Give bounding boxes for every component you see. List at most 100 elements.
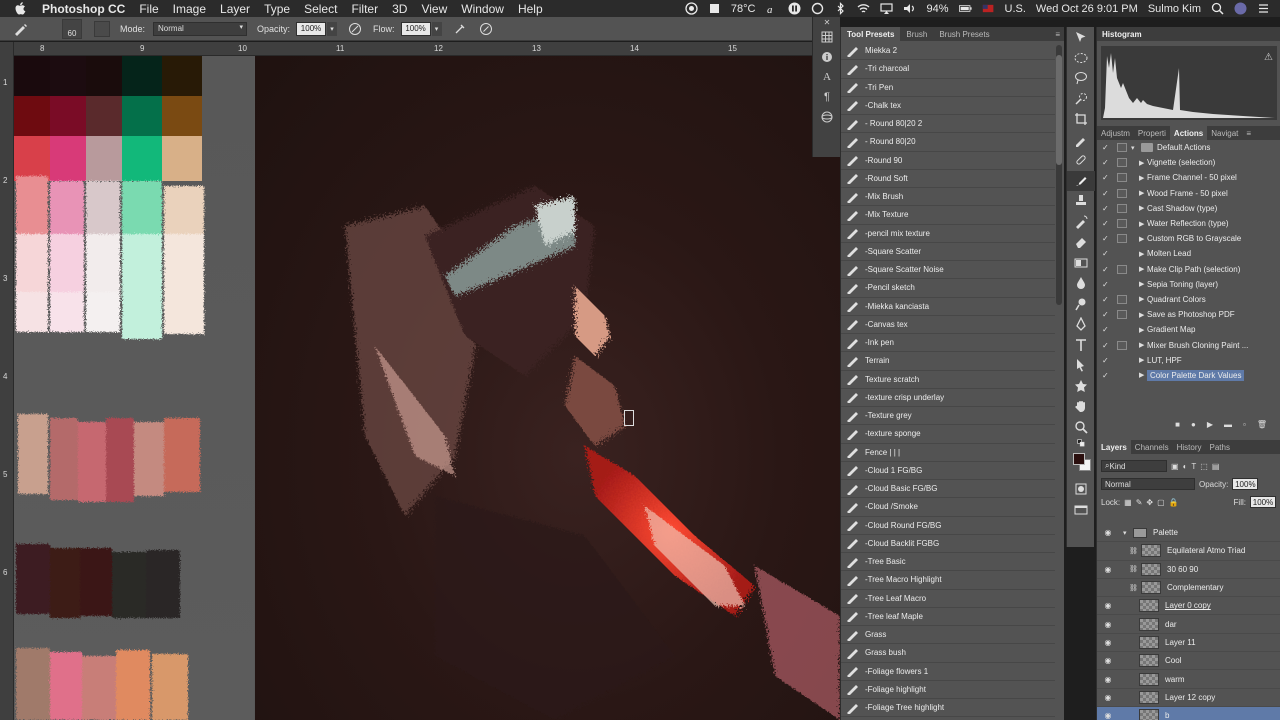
expand-triangle-icon[interactable]: ▶ xyxy=(1139,371,1147,379)
lock-position-icon[interactable]: ✥ xyxy=(1146,498,1153,507)
action-set-row[interactable]: ✓ ▾ Default Actions xyxy=(1097,140,1280,155)
layer-row[interactable]: ◉ Cool xyxy=(1097,652,1280,671)
toggle-item-icon[interactable]: ✓ xyxy=(1102,249,1114,258)
horizontal-ruler[interactable]: 8 9 10 11 12 13 14 15 xyxy=(14,42,840,56)
zoom-icon[interactable] xyxy=(1067,417,1095,438)
dialog-toggle-icon[interactable] xyxy=(1117,234,1127,244)
preset-item[interactable]: -Mix Brush xyxy=(841,188,1055,207)
toggle-item-icon[interactable]: ✓ xyxy=(1102,356,1114,365)
airplay-icon[interactable] xyxy=(880,2,894,15)
expand-triangle-icon[interactable]: ▶ xyxy=(1139,204,1147,212)
menu-help[interactable]: Help xyxy=(518,2,543,16)
histogram-header[interactable]: Histogram xyxy=(1097,27,1280,41)
menu-3d[interactable]: 3D xyxy=(392,2,407,16)
layer-row[interactable]: ◉ dar xyxy=(1097,615,1280,634)
brush-tool-icon[interactable] xyxy=(1067,170,1095,191)
flag-icon[interactable] xyxy=(982,2,995,15)
action-item[interactable]: ✓ ▶ Sepia Toning (layer) xyxy=(1097,277,1280,292)
visibility-eye-icon[interactable]: ◉ xyxy=(1101,656,1115,665)
expand-triangle-icon[interactable]: ▶ xyxy=(1139,341,1147,349)
preset-item[interactable]: - Round 80|20 2 xyxy=(841,115,1055,134)
menu-type[interactable]: Type xyxy=(264,2,290,16)
dialog-toggle-icon[interactable] xyxy=(1117,310,1127,320)
preset-item[interactable]: -Round 90 xyxy=(841,152,1055,170)
preset-item[interactable]: -Square Scatter xyxy=(841,243,1055,261)
foreground-background-colors[interactable] xyxy=(1067,449,1095,479)
layer-row[interactable]: ◉ b xyxy=(1097,706,1280,720)
new-set-icon[interactable]: ▬ xyxy=(1224,420,1232,429)
toggle-item-icon[interactable]: ✓ xyxy=(1102,341,1114,350)
action-item[interactable]: ✓ ▶ Frame Channel - 50 pixel xyxy=(1097,170,1280,185)
screen-mode-icon[interactable] xyxy=(1067,500,1095,521)
action-item[interactable]: ✓ ▶ Vignette (selection) xyxy=(1097,155,1280,170)
character-icon[interactable]: A xyxy=(813,67,841,87)
visibility-eye-icon[interactable]: ◉ xyxy=(1101,620,1115,629)
preset-item[interactable]: -Tree leaf Maple xyxy=(841,608,1055,626)
preset-item[interactable]: -Tree Basic xyxy=(841,553,1055,572)
eraser-icon[interactable] xyxy=(1067,232,1095,253)
preset-item[interactable]: Terrain xyxy=(841,352,1055,371)
pressure-opacity-icon[interactable] xyxy=(347,21,363,37)
layer-row[interactable]: ⛓ Equilateral Atmo Triad xyxy=(1097,542,1280,561)
visibility-eye-icon[interactable]: ◉ xyxy=(1101,528,1115,537)
warning-icon[interactable]: ⚠ xyxy=(1264,52,1273,63)
airbrush-icon[interactable] xyxy=(452,21,468,37)
dialog-toggle-icon[interactable] xyxy=(1117,280,1127,289)
preset-item[interactable]: -Ink pen xyxy=(841,334,1055,353)
3d-icon[interactable] xyxy=(813,107,841,127)
preset-item[interactable]: -Canvas tex xyxy=(841,316,1055,334)
preset-item[interactable]: -Tree Leaf Macro xyxy=(841,590,1055,608)
tab-brush-presets[interactable]: Brush Presets xyxy=(933,27,995,41)
pen-icon[interactable] xyxy=(1067,314,1095,335)
panel-menu-icon[interactable]: ≡ xyxy=(1055,30,1060,39)
action-item[interactable]: ✓ ▶ Mixer Brush Cloning Paint ... xyxy=(1097,337,1280,352)
blur-icon[interactable] xyxy=(1067,273,1095,294)
expand-triangle-icon[interactable]: ▶ xyxy=(1139,174,1147,182)
action-item[interactable]: ✓ ▶ Cast Shadow (type) xyxy=(1097,201,1280,216)
tab-channels[interactable]: Channels xyxy=(1131,440,1173,454)
menu-window[interactable]: Window xyxy=(461,2,504,16)
layer-row[interactable]: ◉ Layer 0 copy xyxy=(1097,597,1280,616)
color-palette-swatches[interactable] xyxy=(14,56,254,720)
layer-row[interactable]: ◉ warm xyxy=(1097,670,1280,689)
painting-canvas[interactable] xyxy=(255,56,840,720)
action-item[interactable]: ✓ ▶ Gradient Map xyxy=(1097,322,1280,337)
dialog-toggle-icon[interactable] xyxy=(1117,158,1127,168)
blend-mode-select[interactable]: Normal xyxy=(1101,478,1195,490)
layer-kind-filter[interactable]: ⌕ Kind xyxy=(1101,460,1167,472)
preset-item[interactable]: Grass bush xyxy=(841,644,1055,663)
bluetooth-icon[interactable] xyxy=(834,2,847,15)
layer-group-row[interactable]: ◉ ▾ Palette xyxy=(1097,524,1280,543)
toggle-item-icon[interactable]: ✓ xyxy=(1102,280,1114,289)
tab-properties[interactable]: Properti xyxy=(1134,126,1170,140)
dialog-toggle-icon[interactable] xyxy=(1117,173,1127,183)
tab-brush[interactable]: Brush xyxy=(900,27,933,41)
flow-dropdown[interactable]: ▾ xyxy=(431,21,442,36)
preset-item[interactable]: -Cloud Basic FG/BG xyxy=(841,480,1055,499)
hand-icon[interactable] xyxy=(1067,396,1095,417)
volume-icon[interactable] xyxy=(903,2,916,15)
quick-selection-icon[interactable] xyxy=(1067,89,1095,110)
layer-row[interactable]: ⛓ Complementary xyxy=(1097,579,1280,598)
preset-item[interactable]: -Round Soft xyxy=(841,170,1055,188)
layer-fill-input[interactable]: 100% xyxy=(1250,496,1276,508)
menu-file[interactable]: File xyxy=(139,2,158,16)
custom-shape-icon[interactable] xyxy=(1067,376,1095,397)
action-item[interactable]: ✓ ▶ Color Palette Dark Values xyxy=(1097,368,1280,383)
preset-item[interactable]: -Square Scatter Noise xyxy=(841,261,1055,280)
preset-item[interactable]: -Mix Texture xyxy=(841,206,1055,225)
crop-icon[interactable] xyxy=(1067,109,1095,130)
expand-triangle-icon[interactable]: ▶ xyxy=(1139,356,1147,364)
toggle-item-icon[interactable]: ✓ xyxy=(1102,310,1114,319)
menu-image[interactable]: Image xyxy=(173,2,206,16)
visibility-eye-icon[interactable]: ◉ xyxy=(1101,565,1115,574)
preset-item[interactable]: -texture sponge xyxy=(841,425,1055,444)
temperature-icon[interactable] xyxy=(708,2,721,15)
toggle-item-icon[interactable]: ✓ xyxy=(1102,295,1114,304)
mode-select[interactable]: Normal ▾ xyxy=(153,21,248,36)
toggle-item-icon[interactable]: ✓ xyxy=(1102,173,1114,182)
document-workspace[interactable] xyxy=(14,56,840,720)
expand-triangle-icon[interactable]: ▶ xyxy=(1139,311,1147,319)
menu-view[interactable]: View xyxy=(421,2,447,16)
apple-icon[interactable] xyxy=(14,2,26,16)
